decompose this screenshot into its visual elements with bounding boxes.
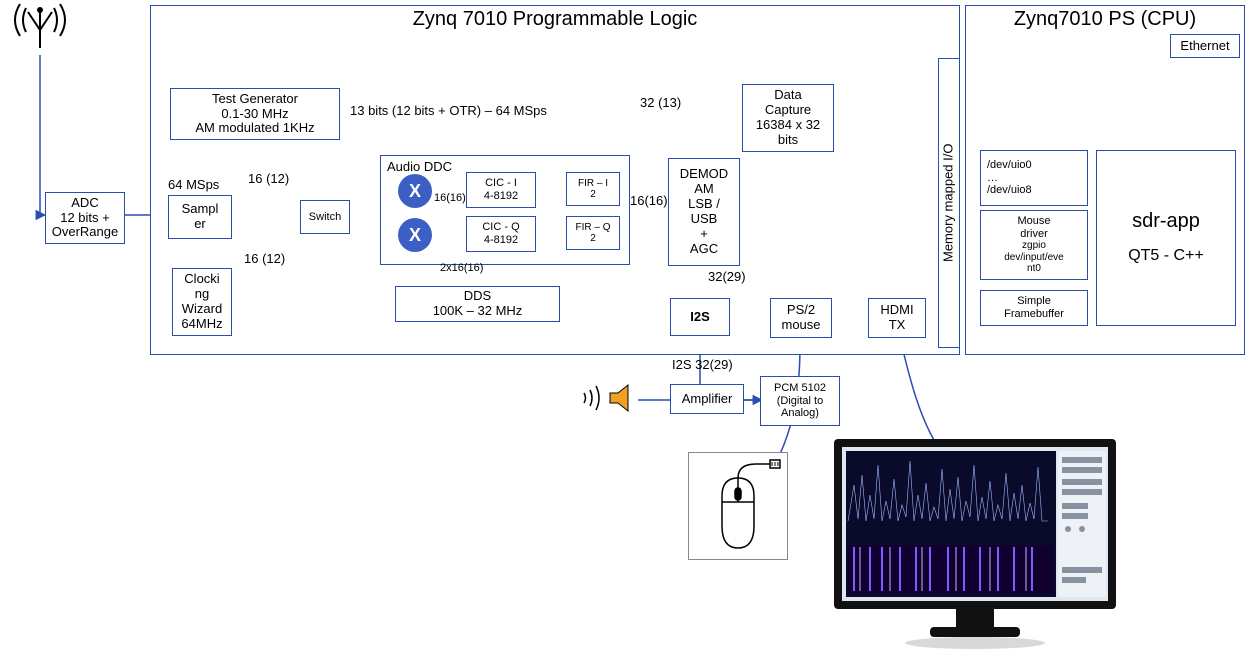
speaker-icon [604,380,640,416]
fir-i-label: FIR – I 2 [578,178,608,201]
sdrapp-sub-label: QT5 - C++ [1128,247,1204,265]
bus-32-13-label: 32 (13) [640,96,681,111]
sampler-rate-label: 64 MSps [168,178,219,193]
uio-label: /dev/uio0 … /dev/uio8 [987,159,1032,197]
i2s-block: I2S [670,298,730,336]
mousedrv-sub-label: zgpio dev/input/eve nt0 [1004,240,1064,275]
ethernet-label: Ethernet [1180,39,1229,54]
demod-block: DEMOD AM LSB / USB + AGC [668,158,740,266]
bus-16-16-out-label: 16(16) [630,194,668,209]
sampler-block: Sampl er [168,195,232,239]
hdmi-block: HDMI TX [868,298,926,338]
adc-block: ADC 12 bits + OverRange [45,192,125,244]
dds-block: DDS 100K – 32 MHz [395,286,560,322]
fir-i-block: FIR – I 2 [566,172,620,206]
mousedrv-label: Mouse driver [1017,215,1050,240]
clkwiz-block: Clocki ng Wizard 64MHz [172,268,232,336]
amplifier-block: Amplifier [670,384,744,414]
ps2-block: PS/2 mouse [770,298,832,338]
switch-block: Switch [300,200,350,234]
mmio-block: Memory mapped I/O [938,58,960,348]
diagram-canvas: Zynq 7010 Programmable Logic Zynq7010 PS… [0,0,1257,664]
bus-2x16-label: 2x16(16) [440,262,483,275]
demod-label: DEMOD AM LSB / USB + AGC [680,167,728,257]
fir-q-label: FIR – Q 2 [575,222,610,245]
multiplier-q-icon: X [398,218,432,252]
mouse-icon [692,456,784,556]
hdmi-label: HDMI TX [880,303,913,333]
mmio-label: Memory mapped I/O [942,144,957,263]
cic-i-block: CIC - I 4-8192 [466,172,536,208]
pl-title: Zynq 7010 Programmable Logic [150,8,960,31]
switch-label: Switch [309,211,341,224]
antenna-icon [8,0,72,60]
sampler-label: Sampl er [182,202,219,232]
datacapture-block: Data Capture 16384 x 32 bits [742,84,834,152]
ethernet-block: Ethernet [1170,34,1240,58]
simplefb-label: Simple Framebuffer [1004,295,1064,320]
pcm-label: PCM 5102 (Digital to Analog) [774,382,826,420]
ps2-label: PS/2 mouse [781,303,820,333]
bus-13bits-label: 13 bits (12 bits + OTR) – 64 MSps [350,104,547,119]
simplefb-block: Simple Framebuffer [980,290,1088,326]
i2s-label: I2S [690,310,710,325]
audio-ddc-label: Audio DDC [387,160,452,175]
cic-q-label: CIC - Q 4-8192 [482,221,519,246]
monitor-icon [830,435,1120,655]
bus-i2s-out-label: I2S 32(29) [672,358,733,373]
sdrapp-block: sdr-app QT5 - C++ [1096,150,1236,326]
ps-title: Zynq7010 PS (CPU) [965,8,1245,31]
sdrapp-label: sdr-app [1132,210,1200,233]
clkwiz-label: Clocki ng Wizard 64MHz [181,272,222,332]
pcm-block: PCM 5102 (Digital to Analog) [760,376,840,426]
mousedrv-block: Mouse driver zgpio dev/input/eve nt0 [980,210,1088,280]
amplifier-label: Amplifier [682,392,733,407]
dds-label: DDS 100K – 32 MHz [433,289,523,319]
bus-16-12-top-label: 16 (12) [248,172,289,187]
multiplier-q-label: X [409,225,421,246]
uio-block: /dev/uio0 … /dev/uio8 [980,150,1088,206]
cic-q-block: CIC - Q 4-8192 [466,216,536,252]
bus-16-16-i-label: 16(16) [434,192,466,205]
bus-32-29-label: 32(29) [708,270,746,285]
multiplier-i-label: X [409,181,421,202]
multiplier-i-icon: X [398,174,432,208]
testgen-label: Test Generator 0.1-30 MHz AM modulated 1… [195,92,314,137]
sound-waves-icon [570,378,606,418]
fir-q-block: FIR – Q 2 [566,216,620,250]
bus-16-12-bot-label: 16 (12) [244,252,285,267]
cic-i-label: CIC - I 4-8192 [484,177,518,202]
testgen-block: Test Generator 0.1-30 MHz AM modulated 1… [170,88,340,140]
datacapture-label: Data Capture 16384 x 32 bits [756,88,820,148]
adc-label: ADC 12 bits + OverRange [52,196,118,241]
